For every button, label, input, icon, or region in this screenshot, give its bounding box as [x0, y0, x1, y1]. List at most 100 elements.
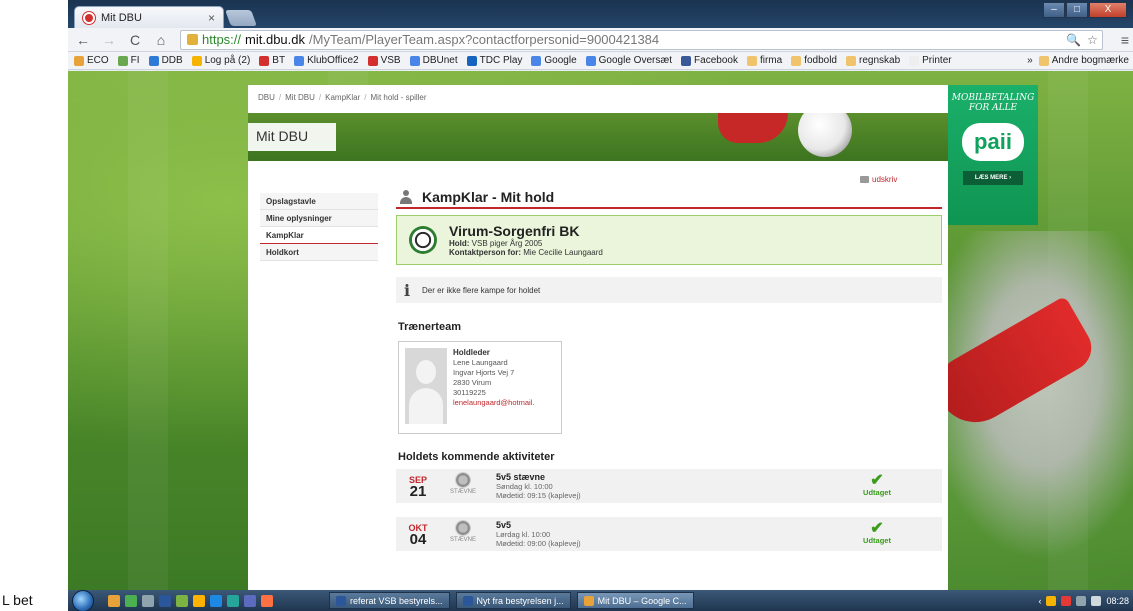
- browser-tab[interactable]: Mit DBU ×: [74, 6, 224, 28]
- quick-launch-icon[interactable]: [261, 594, 273, 607]
- page-content: DBU / Mit DBU / KampKlar / Mit hold - spiller …: [68, 71, 1133, 590]
- tray-expand-icon[interactable]: ‹: [1038, 596, 1041, 606]
- side-navigation: Opslagstavle Mine oplysninger KampKlar Hold…: [260, 193, 378, 261]
- breadcrumb-item[interactable]: Mit DBU: [285, 93, 315, 102]
- breadcrumb-item[interactable]: KampKlar: [325, 93, 360, 102]
- bookmark-item[interactable]: Printer: [909, 55, 952, 66]
- quick-launch-icon[interactable]: [210, 594, 222, 607]
- lock-icon: [187, 34, 198, 45]
- bookmark-label: Facebook: [694, 55, 738, 66]
- minimize-button[interactable]: –: [1043, 2, 1065, 18]
- bookmark-icon: [681, 55, 692, 66]
- print-label: udskriv: [872, 175, 898, 184]
- start-button[interactable]: [72, 589, 94, 611]
- taskbar-window-button[interactable]: Mit DBU – Google C...: [576, 592, 694, 609]
- bookmark-item[interactable]: Log på (2): [191, 55, 251, 66]
- bookmark-item[interactable]: Google: [531, 55, 577, 66]
- bookmark-label: Google Oversæt: [598, 55, 673, 66]
- bookmark-label: Google: [544, 55, 577, 66]
- checkmark-icon: ✔: [870, 520, 884, 537]
- bookmark-item[interactable]: regnskab: [846, 55, 900, 66]
- clock[interactable]: 08:28: [1106, 596, 1129, 606]
- quick-launch-icon[interactable]: [193, 594, 205, 607]
- zoom-icon[interactable]: 🔍: [1066, 33, 1081, 47]
- bookmark-star-icon[interactable]: ☆: [1087, 33, 1098, 47]
- bookmark-label: BT: [272, 55, 286, 66]
- left-margin: [0, 0, 68, 611]
- chrome-menu-icon[interactable]: ≡: [1121, 32, 1133, 48]
- taskbar-window-button[interactable]: referat VSB bestyrels...: [329, 592, 450, 609]
- bookmark-item[interactable]: ECO: [74, 55, 109, 66]
- quick-launch-icon[interactable]: [108, 594, 120, 607]
- maximize-button[interactable]: □: [1066, 2, 1088, 18]
- tray-icon[interactable]: [1061, 595, 1072, 606]
- bookmark-item[interactable]: Google Oversæt: [585, 55, 673, 66]
- bookmark-icon: [259, 55, 270, 66]
- bookmark-item[interactable]: fodbold: [791, 55, 837, 66]
- window-controls: – □ X: [1043, 2, 1127, 18]
- coach-avatar: [405, 348, 447, 424]
- activity-type: STÆVNE: [446, 520, 480, 543]
- print-link[interactable]: udskriv: [860, 175, 897, 184]
- quick-launch-icon[interactable]: [142, 594, 154, 607]
- bookmark-item[interactable]: BT: [259, 55, 285, 66]
- team-name: VSB piger Årg 2005: [471, 239, 543, 248]
- other-bookmarks-label: Andre bogmærke: [1051, 55, 1129, 66]
- activity-status[interactable]: ✔ Udtaget: [852, 473, 902, 498]
- activity-day: 04: [409, 531, 427, 548]
- bookmark-item[interactable]: DBUnet: [409, 55, 458, 66]
- bookmark-item[interactable]: Facebook: [681, 55, 738, 66]
- club-logo-icon: [409, 226, 437, 254]
- close-window-button[interactable]: X: [1089, 2, 1127, 18]
- bookmark-item[interactable]: FI: [117, 55, 140, 66]
- bookmark-item[interactable]: TDC Play: [466, 55, 522, 66]
- address-bar[interactable]: https://mit.dbu.dk/MyTeam/PlayerTeam.asp…: [180, 29, 1103, 50]
- bookmark-item[interactable]: DDB: [148, 55, 183, 66]
- bookmarks-overflow-button[interactable]: »: [1027, 55, 1033, 66]
- bookmark-item[interactable]: KlubOffice2: [294, 55, 359, 66]
- activity-row[interactable]: SEP 21 STÆVNE 5v5 stævne Søndag kl. 10:00 Mød…: [396, 469, 942, 503]
- tab-close-icon[interactable]: ×: [208, 11, 215, 25]
- sidebar-item[interactable]: KampKlar: [260, 227, 378, 244]
- activity-status[interactable]: ✔ Udtaget: [852, 520, 902, 546]
- network-icon[interactable]: [1076, 595, 1087, 606]
- new-tab-button[interactable]: [225, 10, 257, 26]
- quick-launch-icon[interactable]: [244, 594, 256, 607]
- reload-button[interactable]: C: [128, 32, 142, 48]
- home-button[interactable]: ⌂: [154, 32, 168, 48]
- activities-heading: Holdets kommende aktiviteter: [398, 451, 555, 463]
- volume-icon[interactable]: [1091, 595, 1102, 606]
- page-title: KampKlar - Mit hold: [422, 189, 555, 205]
- quick-launch-icon[interactable]: [176, 594, 188, 607]
- forward-button[interactable]: →: [102, 32, 116, 48]
- quick-launch-icon[interactable]: [159, 594, 171, 607]
- bookmark-label: Log på (2): [204, 55, 251, 66]
- site-brand[interactable]: Mit DBU: [248, 123, 336, 151]
- breadcrumb-item[interactable]: Mit hold - spiller: [371, 93, 427, 102]
- activity-meet-time: Mødetid: 09:15 (kaplevej): [496, 491, 581, 500]
- paii-advert[interactable]: MOBILBETALING FOR ALLE paii LÆS MERE ›: [948, 85, 1038, 225]
- bookmark-item[interactable]: VSB: [367, 55, 401, 66]
- taskbar-window-button[interactable]: Nyt fra bestyrelsen j...: [455, 592, 571, 609]
- quick-launch-icon[interactable]: [227, 594, 239, 607]
- ad-read-more-button[interactable]: LÆS MERE ›: [963, 171, 1023, 185]
- tray-icon[interactable]: [1046, 595, 1057, 606]
- taskbar-window-label: referat VSB bestyrels...: [350, 595, 443, 606]
- activity-type-label: STÆVNE: [449, 537, 476, 543]
- sidebar-item[interactable]: Mine oplysninger: [260, 210, 378, 227]
- bookmark-icon: [148, 55, 159, 66]
- bookmark-item[interactable]: firma: [746, 55, 782, 66]
- sidebar-item[interactable]: Opslagstavle: [260, 193, 378, 210]
- back-button[interactable]: ←: [76, 32, 90, 48]
- bookmarks-bar: ECO FI DDB Log på (2) BT KlubOffice2 VSB DBUnet…: [68, 52, 1133, 70]
- other-bookmarks-folder[interactable]: Andre bogmærke: [1038, 55, 1129, 66]
- windows-taskbar: referat VSB bestyrels... Nyt fra bestyrel…: [68, 589, 1133, 611]
- coach-email-link[interactable]: lenelaungaard@hotmail.: [453, 398, 534, 408]
- breadcrumb-item[interactable]: DBU: [258, 93, 275, 102]
- sidebar-item[interactable]: Holdkort: [260, 244, 378, 261]
- bookmark-icon: [746, 55, 757, 66]
- url-host: mit.dbu.dk: [245, 32, 306, 47]
- activity-row[interactable]: OKT 04 STÆVNE 5v5 Lørdag kl. 10:00 Mødetid: 0…: [396, 517, 942, 551]
- page-title-row: KampKlar - Mit hold: [396, 187, 942, 209]
- quick-launch-icon[interactable]: [125, 594, 137, 607]
